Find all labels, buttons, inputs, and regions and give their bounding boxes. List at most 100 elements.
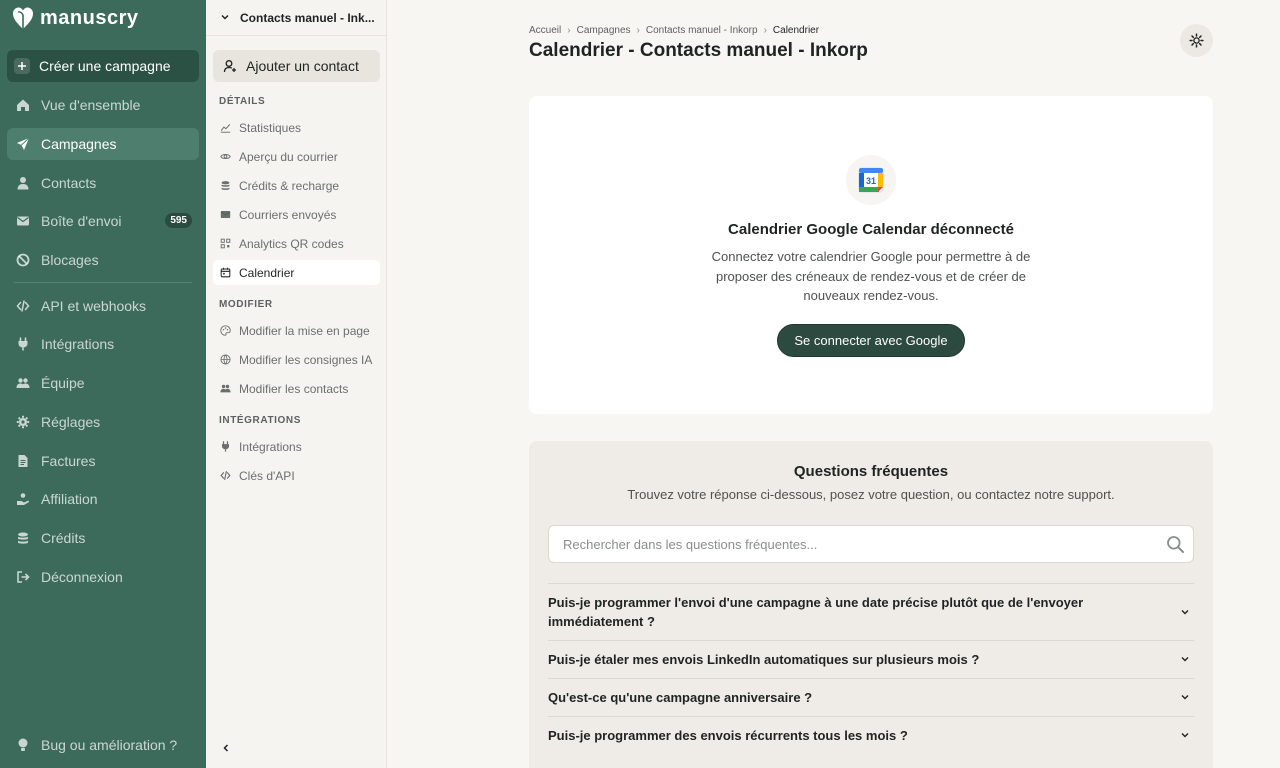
search-icon[interactable]: [1166, 535, 1185, 559]
coins-icon: [220, 180, 231, 191]
subnav-item-apercu-du-courrier[interactable]: Aperçu du courrier: [213, 144, 380, 169]
qr-code-icon: [220, 238, 231, 249]
subnav-item-integrations[interactable]: Intégrations: [213, 434, 380, 459]
chevron-down-icon: [1180, 650, 1190, 669]
sidebar-item-campagnes[interactable]: Campagnes: [7, 128, 199, 160]
sidebar-item-deconnexion[interactable]: Déconnexion: [7, 561, 199, 593]
brand-name: manuscry: [40, 6, 139, 29]
sidebar-item-label: Blocages: [41, 252, 99, 268]
subnav-item-label: Courriers envoyés: [239, 207, 337, 222]
plus-icon: [14, 58, 30, 74]
users-icon: [16, 376, 30, 390]
subnav-item-modifier-les-consignes-ia[interactable]: Modifier les consignes IA: [213, 347, 380, 372]
connect-google-button[interactable]: Se connecter avec Google: [777, 324, 965, 357]
faq-item[interactable]: Puis-je programmer l'envoi d'une campagn…: [548, 583, 1194, 640]
sidebar-item-label: Boîte d'envoi: [41, 213, 122, 229]
chevron-down-icon: [1180, 726, 1190, 745]
code-icon: [16, 299, 30, 313]
sidebar-item-contacts[interactable]: Contacts: [7, 167, 199, 199]
faq-question: Puis-je programmer l'envoi d'une campagn…: [548, 595, 1084, 629]
code-icon: [220, 470, 231, 481]
bug-report-link[interactable]: Bug ou amélioration ?: [7, 729, 199, 761]
google-calendar-icon: 31: [858, 167, 884, 193]
chevron-down-icon: [1180, 688, 1190, 707]
envelope-icon: [16, 214, 30, 228]
breadcrumb-separator-icon: ›: [567, 25, 571, 36]
faq-question: Puis-je étaler mes envois LinkedIn autom…: [548, 652, 980, 667]
sidebar-item-reglages[interactable]: Réglages: [7, 406, 199, 438]
subnav-item-label: Statistiques: [239, 120, 302, 135]
envelope-icon: [220, 209, 231, 220]
page-title: Calendrier - Contacts manuel - Inkorp: [529, 40, 868, 61]
subnav-item-analytics-qr-codes[interactable]: Analytics QR codes: [213, 231, 380, 256]
subnav-item-statistiques[interactable]: Statistiques: [213, 115, 380, 140]
paper-plane-icon: [16, 137, 30, 151]
logout-icon: [16, 570, 30, 584]
plug-icon: [16, 337, 30, 351]
faq-subtitle: Trouvez votre réponse ci-dessous, posez …: [627, 487, 1115, 502]
sidebar-item-factures[interactable]: Factures: [7, 445, 199, 477]
faq-question: Qu'est-ce qu'une campagne anniversaire ?: [548, 690, 813, 705]
settings-button[interactable]: [1180, 24, 1213, 57]
calendar-description: Connectez votre calendrier Google pour p…: [711, 249, 1031, 303]
subnav-item-label: Modifier les contacts: [239, 381, 349, 396]
coins-icon: [16, 531, 30, 545]
palette-icon: [220, 325, 231, 336]
gear-icon: [1189, 33, 1204, 48]
breadcrumb-item-home[interactable]: Accueil: [529, 25, 561, 36]
chevron-left-icon: [223, 744, 229, 752]
sidebar-item-boite-d-envoi[interactable]: Boîte d'envoi 595: [7, 205, 199, 237]
campaign-selector[interactable]: Contacts manuel - Ink...: [206, 0, 386, 36]
breadcrumb-item-campaign[interactable]: Contacts manuel - Inkorp: [646, 25, 758, 36]
lightbulb-icon: [16, 738, 30, 752]
sidebar-item-integrations[interactable]: Intégrations: [7, 328, 199, 360]
sidebar-item-label: Équipe: [41, 375, 85, 391]
subnav-item-courriers-envoyes[interactable]: Courriers envoyés: [213, 202, 380, 227]
sidebar-item-label: API et webhooks: [41, 298, 147, 314]
google-calendar-badge: 31: [846, 155, 896, 205]
sidebar-item-label: Déconnexion: [41, 569, 123, 585]
gear-icon: [16, 415, 30, 429]
sidebar-item-api-et-webhooks[interactable]: API et webhooks: [7, 290, 199, 322]
add-contact-button[interactable]: Ajouter un contact: [213, 50, 380, 82]
user-plus-icon: [223, 59, 237, 73]
chart-line-icon: [220, 122, 231, 133]
subnav-item-modifier-les-contacts[interactable]: Modifier les contacts: [213, 376, 380, 401]
faq-title: Questions fréquentes: [793, 463, 949, 480]
subnav-section-title: MODIFIER: [219, 299, 273, 310]
sidebar-item-label: Factures: [41, 453, 96, 469]
file-icon: [16, 454, 30, 468]
subnav-item-cles-d-api[interactable]: Clés d'API: [213, 463, 380, 488]
faq-item[interactable]: Puis-je étaler mes envois LinkedIn autom…: [548, 640, 1194, 678]
sidebar-item-label: Vue d'ensemble: [41, 97, 141, 113]
create-campaign-button[interactable]: Créer une campagne: [7, 50, 199, 82]
sidebar-item-credits[interactable]: Crédits: [7, 522, 199, 554]
breadcrumb-item-current: Calendrier: [772, 25, 820, 36]
faq-item[interactable]: Qu'est-ce qu'une campagne anniversaire ?: [548, 678, 1194, 716]
sidebar-item-equipe[interactable]: Équipe: [7, 367, 199, 399]
faq-search-input[interactable]: [549, 526, 1149, 562]
subnav-item-calendrier[interactable]: Calendrier: [213, 260, 380, 285]
brand-logo[interactable]: manuscry: [12, 6, 139, 30]
subnav-item-credits-recharge[interactable]: Crédits & recharge: [213, 173, 380, 198]
subnav-section-title: INTÉGRATIONS: [219, 415, 302, 426]
user-icon: [16, 176, 30, 190]
subnav-item-modifier-la-mise-en-page[interactable]: Modifier la mise en page: [213, 318, 380, 343]
sidebar-item-label: Contacts: [41, 175, 97, 191]
main-sidebar: manuscry Créer une campagne Vue d'ensemb…: [0, 0, 206, 768]
breadcrumb-item-campaigns[interactable]: Campagnes: [577, 25, 631, 36]
subnav-item-label: Modifier la mise en page: [239, 323, 370, 338]
faq-item[interactable]: Puis-je programmer des envois récurrents…: [548, 716, 1194, 754]
collapse-subnav-button[interactable]: [218, 740, 234, 756]
sidebar-divider: [14, 282, 192, 283]
sidebar-item-vue-d-ensemble[interactable]: Vue d'ensemble: [7, 89, 199, 121]
chevron-down-icon: [1180, 603, 1190, 622]
subnav-item-label: Clés d'API: [239, 468, 295, 483]
sidebar-item-blocages[interactable]: Blocages: [7, 244, 199, 276]
sidebar-item-label: Crédits: [41, 530, 86, 546]
subnav-item-label: Aperçu du courrier: [239, 149, 338, 164]
sidebar-item-affiliation[interactable]: Affiliation: [7, 483, 199, 515]
eye-icon: [220, 151, 231, 162]
sidebar-item-label: Réglages: [41, 414, 101, 430]
campaign-name: Contacts manuel - Ink...: [240, 10, 375, 25]
